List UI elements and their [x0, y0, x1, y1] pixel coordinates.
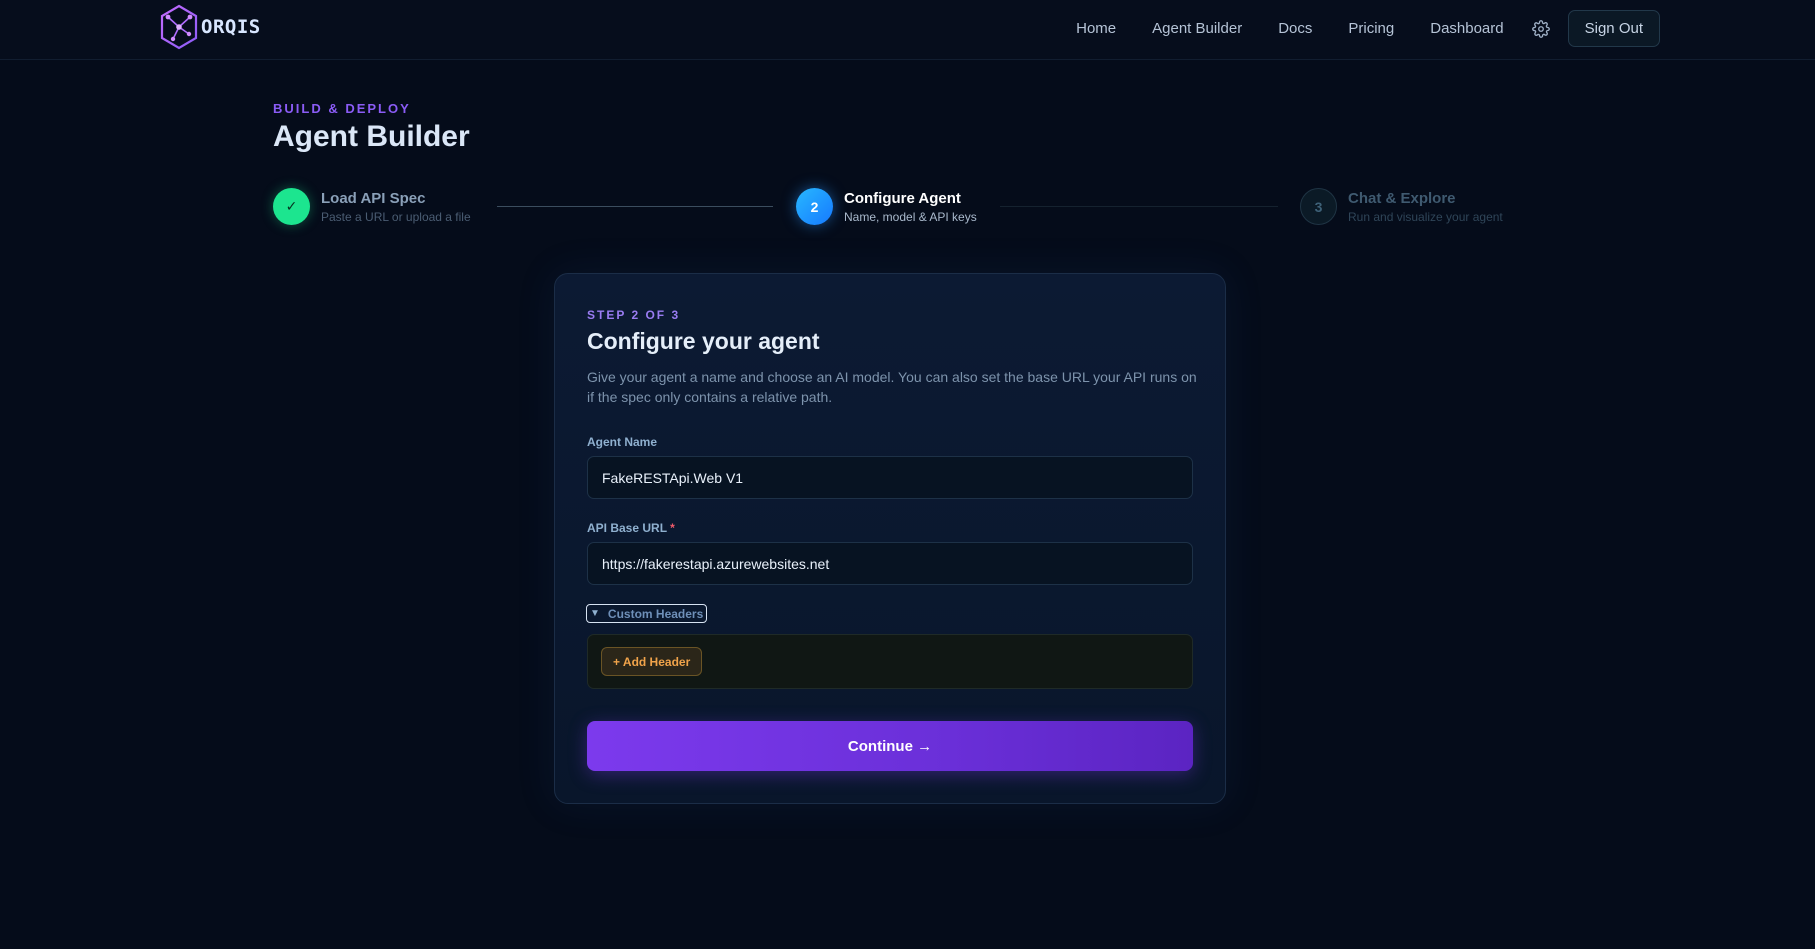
step-title: Configure Agent: [844, 190, 961, 207]
step-title: Chat & Explore: [1348, 190, 1456, 207]
step-title: Load API Spec: [321, 190, 426, 207]
continue-button[interactable]: Continue →: [587, 721, 1193, 771]
card-description: Give your agent a name and choose an AI …: [587, 369, 1197, 405]
triangle-down-icon: ▼: [590, 608, 600, 619]
agent-name-label: Agent Name: [587, 435, 658, 449]
custom-headers-toggle[interactable]: ▼ Custom Headers: [586, 604, 708, 623]
top-navbar: ORQIS Home Agent Builder Docs Pricing Da…: [0, 0, 1815, 60]
custom-headers-label: Custom Headers: [607, 606, 704, 621]
sign-out-button[interactable]: Sign Out: [1567, 10, 1660, 47]
step-configure-agent[interactable]: 2 Configure Agent Name, model & API keys: [796, 188, 977, 225]
api-base-url-label: API Base URL *: [587, 521, 675, 535]
nav-link-pricing[interactable]: Pricing: [1348, 20, 1394, 37]
hexagon-logo-icon: [160, 4, 198, 50]
step-subtitle: Name, model & API keys: [844, 210, 977, 224]
nav-links: Home Agent Builder Docs Pricing Dashboar…: [1076, 10, 1660, 47]
card-step-indicator: STEP 2 OF 3: [587, 308, 681, 322]
configure-agent-card: STEP 2 OF 3 Configure your agent Give yo…: [554, 273, 1226, 804]
nav-link-agent-builder[interactable]: Agent Builder: [1152, 20, 1242, 37]
step-subtitle: Paste a URL or upload a file: [321, 210, 471, 224]
step-complete-check-icon: ✓: [273, 188, 310, 225]
nav-link-dashboard[interactable]: Dashboard: [1430, 20, 1503, 37]
step-number: 3: [1300, 188, 1337, 225]
nav-link-home[interactable]: Home: [1076, 20, 1116, 37]
required-mark: *: [670, 521, 675, 535]
gear-icon[interactable]: [1531, 19, 1550, 38]
step-connector: [497, 206, 773, 207]
step-load-api-spec[interactable]: ✓ Load API Spec Paste a URL or upload a …: [273, 188, 471, 225]
step-subtitle: Run and visualize your agent: [1348, 210, 1503, 224]
step-number: 2: [796, 188, 833, 225]
add-header-button[interactable]: + Add Header: [601, 647, 703, 676]
brand-name: ORQIS: [201, 16, 261, 38]
page-eyebrow: BUILD & DEPLOY: [273, 101, 411, 116]
custom-headers-panel: + Add Header: [587, 634, 1193, 689]
brand-logo[interactable]: ORQIS: [159, 3, 261, 51]
card-title: Configure your agent: [587, 328, 820, 354]
step-chat-explore: 3 Chat & Explore Run and visualize your …: [1300, 188, 1503, 225]
nav-link-docs[interactable]: Docs: [1278, 20, 1312, 37]
step-connector: [1000, 206, 1278, 207]
api-base-url-input[interactable]: [587, 542, 1193, 585]
agent-name-input[interactable]: [587, 456, 1193, 499]
page-title: Agent Builder: [273, 120, 470, 153]
